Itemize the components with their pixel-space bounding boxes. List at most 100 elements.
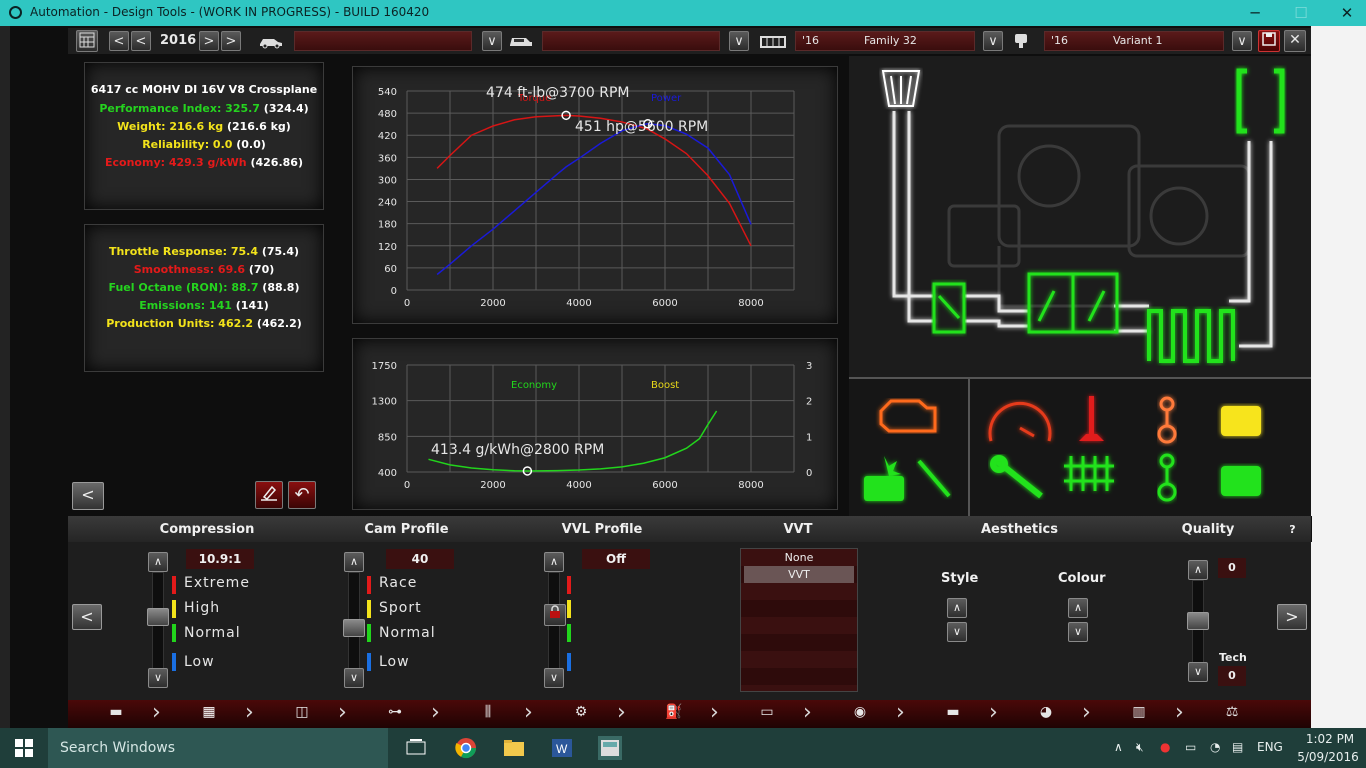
vvl-up-button[interactable]: ∧: [544, 552, 564, 572]
colour-up-button[interactable]: ∧: [1068, 598, 1088, 618]
engine-family-dropdown[interactable]: ∨: [983, 31, 1003, 51]
nav-separator-chevron-icon: ›: [1082, 700, 1091, 725]
primary-stat-extra-3: (426.86): [246, 156, 303, 169]
variant-name: Variant 1: [1113, 34, 1163, 47]
intake-nav-icon[interactable]: ⫼: [458, 704, 518, 720]
stats-panel-secondary: Throttle Response: 75.4 (75.4) Smoothness…: [84, 224, 324, 372]
car-body-icon[interactable]: ▬: [86, 704, 146, 720]
gauges-nav-icon[interactable]: ◉: [830, 704, 890, 720]
vvl-bar-yellow: [567, 600, 571, 618]
engine-block-nav-icon[interactable]: ▦: [179, 704, 239, 720]
tray-expand-icon[interactable]: ∧: [1114, 740, 1123, 754]
file-explorer-icon[interactable]: [502, 736, 526, 760]
xtick-1: 2000: [480, 298, 505, 309]
window-title-bar[interactable]: Automation - Design Tools - (WORK IN PRO…: [0, 0, 1366, 26]
secondary-stat-extra-3: (141): [231, 299, 269, 312]
wrench-icon: [990, 455, 1043, 499]
mute-icon[interactable]: 🔇︎: [1136, 740, 1144, 755]
vvt-option-vvt[interactable]: VVT: [744, 566, 854, 583]
vvt-list[interactable]: None VVT: [740, 548, 858, 692]
year-prev-prev-button[interactable]: <: [109, 31, 129, 51]
engine-variant-field[interactable]: '16 Variant 1: [1044, 31, 1224, 51]
year-next-button[interactable]: >: [199, 31, 219, 51]
level-bar-red: [172, 576, 176, 594]
clock-date[interactable]: 5/09/2016: [1296, 750, 1360, 764]
apply-design-icon[interactable]: [255, 481, 283, 509]
quality-value: 0: [1218, 558, 1246, 578]
style-down-button[interactable]: ∨: [947, 622, 967, 642]
quality-down-button[interactable]: ∨: [1188, 662, 1208, 682]
nav-separator-chevron-icon: ›: [896, 700, 905, 725]
exhaust-nav-icon[interactable]: ▭: [737, 704, 797, 720]
ytick-0: 540: [378, 87, 397, 98]
family-name: Family 32: [864, 34, 917, 47]
lock-icon[interactable]: [544, 604, 566, 626]
head-nav-icon[interactable]: ◫: [272, 704, 332, 720]
turbo-nav-icon[interactable]: ⚙: [551, 704, 611, 720]
help-button[interactable]: ?: [1274, 516, 1312, 542]
vvt-option-none[interactable]: None: [741, 549, 857, 566]
header-spacer-left: [68, 516, 107, 542]
search-windows-box[interactable]: Search Windows: [48, 728, 388, 768]
word-icon[interactable]: W: [550, 736, 574, 760]
legend-power: Power: [651, 93, 682, 104]
nav-separator-chevron-icon: ›: [245, 700, 254, 725]
compression-down-button[interactable]: ∨: [148, 668, 168, 688]
secondary-stat-1: Smoothness: 69.6 (70): [85, 263, 323, 276]
antivirus-icon[interactable]: ●: [1160, 740, 1170, 754]
close-button[interactable]: ✕: [1324, 0, 1366, 26]
task-view-icon[interactable]: [404, 736, 428, 760]
header-quality: Quality: [1142, 516, 1275, 542]
wifi-icon[interactable]: ◔: [1210, 740, 1220, 754]
quality-slider-thumb[interactable]: [1187, 612, 1209, 630]
year-next-next-button[interactable]: >: [221, 31, 241, 51]
clock-time[interactable]: 1:02 PM: [1300, 732, 1360, 746]
chrome-icon[interactable]: [454, 736, 478, 760]
next-part-button[interactable]: >: [1277, 604, 1307, 630]
quality-up-button[interactable]: ∧: [1188, 560, 1208, 580]
year-prev-button[interactable]: <: [131, 31, 151, 51]
crank-nav-icon[interactable]: ⊶: [365, 704, 425, 720]
compression-slider-thumb[interactable]: [147, 608, 169, 626]
balance-nav-icon[interactable]: ⚖: [1202, 704, 1262, 720]
cam-slider-thumb[interactable]: [343, 619, 365, 637]
automation-app-icon[interactable]: [598, 736, 622, 760]
car-model-field[interactable]: [294, 31, 472, 51]
cam-up-button[interactable]: ∧: [344, 552, 364, 572]
piston-green-icon: [1221, 466, 1261, 496]
y2tick-2: 1: [806, 432, 812, 443]
engine-variant-dropdown[interactable]: ∨: [1232, 31, 1252, 51]
save-icon[interactable]: [1258, 30, 1280, 52]
prev-part-button[interactable]: <: [72, 604, 102, 630]
car-model-dropdown[interactable]: ∨: [482, 31, 502, 51]
calendar-icon[interactable]: [76, 30, 98, 52]
close-design-icon[interactable]: ✕: [1284, 30, 1306, 52]
battery-icon[interactable]: ▭: [1185, 740, 1196, 754]
colour-down-button[interactable]: ∨: [1068, 622, 1088, 642]
fuel-nav-icon[interactable]: ⛽: [644, 704, 704, 720]
engineer-nav-icon[interactable]: ◕: [1016, 704, 1076, 720]
engine-family-field[interactable]: '16 Family 32: [795, 31, 975, 51]
windows-start-icon[interactable]: [14, 738, 34, 758]
notifications-icon[interactable]: ▤: [1232, 740, 1243, 754]
cam-bar-green: [367, 624, 371, 642]
secondary-stat-label-1: Smoothness: 69.6: [133, 263, 246, 276]
secondary-stat-label-4: Production Units: 462.2: [106, 317, 254, 330]
maximize-button[interactable]: ☐: [1278, 0, 1324, 26]
factory-nav-icon[interactable]: ▥: [1109, 704, 1169, 720]
compression-up-button[interactable]: ∧: [148, 552, 168, 572]
prev-page-button[interactable]: <: [72, 482, 104, 510]
minimize-button[interactable]: ─: [1232, 0, 1278, 26]
vvl-down-button[interactable]: ∨: [544, 668, 564, 688]
language-indicator[interactable]: ENG: [1257, 740, 1283, 754]
style-up-button[interactable]: ∧: [947, 598, 967, 618]
primary-stat-label-1: Weight: 216.6 kg: [117, 120, 224, 133]
cam-down-button[interactable]: ∨: [344, 668, 364, 688]
tachometer-icon: [988, 401, 1052, 442]
compression-level-low: Low: [184, 654, 215, 670]
car-trim-field[interactable]: [542, 31, 720, 51]
car-test-nav-icon[interactable]: ▬: [923, 704, 983, 720]
undo-icon[interactable]: ↶: [288, 481, 316, 509]
car-trim-dropdown[interactable]: ∨: [729, 31, 749, 51]
valve-icon: [1079, 396, 1104, 441]
